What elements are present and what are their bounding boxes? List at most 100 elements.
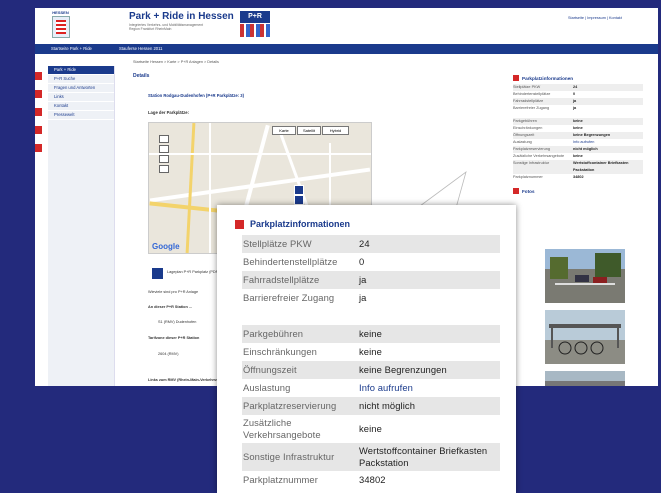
marker [35,144,42,152]
info-key: Parkplatznummer [243,474,318,485]
info-key: Auslastung [513,140,532,144]
info-key: Parkplatzreservierung [243,400,337,411]
pr-badge: P+R [240,11,270,23]
table-row: Parkplatznummer 34802 [513,174,643,181]
info-value: ja [359,292,367,303]
table-row: Auslastung Info aufrufen [513,139,643,146]
info-value: keine [359,328,382,339]
bike-shelter-photo[interactable] [545,310,625,364]
info-value: 0 [359,256,365,267]
table-row: Öffnungszeit keine Begrenzungen [513,132,643,139]
info-value: keine Begrenzungen [359,364,447,375]
marker [35,90,42,98]
auslastung-link[interactable]: Info aufrufen [573,139,643,146]
pdf-icon[interactable] [152,268,163,279]
table-row: Fahrradstellplätze ja [242,271,500,289]
info-key: Parkplatznummer [513,175,543,179]
info-key: Öffnungszeit [513,133,535,137]
top-links[interactable]: Startseite | Impressum | Kontakt [568,16,622,20]
map-karte-button[interactable]: Karte [272,126,296,135]
info-value: nicht möglich [359,400,416,411]
sidebar: Park + Ride P+R Suche Fragen und Antwort… [48,66,115,386]
sidebar-item-links[interactable]: Links [48,93,114,102]
hessen-logo[interactable]: HESSEN [49,10,72,41]
table-row: Behindertenstellplätze 0 [242,253,500,271]
text-line: Tarifzone dieser P+R Station [148,336,200,340]
info-value: keine [359,423,382,434]
info-value: 24 [573,85,578,89]
site-subtitle: Integriertes Verkehrs- und Mobilitätsman… [129,23,204,31]
red-square-icon [235,219,244,229]
info-key: Fahrradstellplätze [513,99,544,103]
google-logo: Google [152,242,180,251]
table-row: Parkgebühren keine [242,325,500,343]
table-row: Stellplätze PKW 24 [242,235,500,253]
info-value: keine Begrenzungen [573,133,611,137]
table-row: Einschränkungen keine [513,125,643,132]
station-title: Station Rodgau-Dudenhofen (P+R Parkplätz… [148,93,244,98]
text-line: An dieser P+R Station ... [148,305,192,309]
text-line: 2604 (RMV) [158,352,179,356]
info-key: Auslastung [243,382,291,393]
info-value: ja [573,99,577,103]
info-key: Stellplätze PKW [513,85,541,89]
info-value: keine [573,154,583,158]
table-row: Zusätzliche Verkehrsangebote keine [242,415,500,443]
info-key: Einschränkungen [243,346,317,357]
marker [35,126,42,134]
sidebar-item-presse[interactable]: Pressewelt [48,111,114,120]
sidebar-item-faq[interactable]: Fragen und Antworten [48,84,114,93]
main-navbar: Startseite Park + Ride Stauferse Hessen … [35,44,658,54]
info-key: Sonstige Infrastruktur [243,451,335,462]
info-value: nicht möglich [573,147,598,151]
table-row: Öffnungszeit keine Begrenzungen [242,361,500,379]
map-pin-icon[interactable] [294,185,304,195]
map-pin-icon[interactable] [294,195,304,205]
table-row: Sonstige Infrastruktur Wertstoffcontainer… [242,443,500,471]
info-value: 34802 [573,175,584,179]
info-value: 24 [359,238,370,249]
parking-photo[interactable] [545,249,625,303]
left-markers [35,72,42,162]
table-row: Parkplatzreservierung nicht möglich [513,146,643,153]
sidebar-item-suche[interactable]: P+R Suche [48,75,114,84]
hessen-crest-icon [52,16,70,38]
table-row: Barrierefreier Zugang ja [242,289,500,307]
table-row: Stellplätze PKW 24 [513,84,643,91]
nav-item-park-ride[interactable]: Startseite Park + Ride [51,46,92,51]
info-key: Einschränkungen [513,126,543,130]
info-key: Parkgebühren [243,328,304,339]
right-info-panel: Parkplatzinformationen Stellplätze PKW 24… [513,74,643,197]
info-value: ja [573,106,577,110]
info-key: Behindertenstellplätze [243,256,338,267]
table-row: Barrierefreier Zugang ja [513,105,643,112]
text-line: S1 (RMV) Dudenhofen [158,320,197,324]
marker [35,108,42,116]
site-title: Park + Ride in Hessen [129,11,234,22]
breadcrumb[interactable]: Startseite Hessen > Karte > P+R Anlagen … [133,60,219,64]
table-row: Auslastung Info aufrufen [242,379,500,397]
info-key: Zusätzliche Verkehrsangebote [243,417,321,440]
table-row: Behindertenstellplätze 0 [513,91,643,98]
station-photo[interactable] [545,371,625,386]
page-title: Details [133,73,150,79]
text-line: Wieviele sind pro P+R Anlage [148,290,199,294]
table-row: Parkgebühren keine [513,118,643,125]
map-hybrid-button[interactable]: Hybrid [322,126,349,135]
info-value: ja [359,274,367,285]
photos-title: Fotos [513,187,643,197]
info-key: Barrierefreier Zugang [513,106,550,110]
site-header: HESSEN Park + Ride in Hessen Integrierte… [35,8,658,43]
pdf-link[interactable]: Lageplan P+R Parkplatz (PDF) [167,270,219,274]
info-value: keine [359,346,382,357]
info-value: 34802 [359,474,386,485]
nav-item-stauferse[interactable]: Stauferse Hessen 2011 [119,46,162,51]
map-zoom-controls[interactable] [159,135,169,175]
table-row: Einschränkungen keine [242,343,500,361]
sidebar-item-kontakt[interactable]: Kontakt [48,102,114,111]
table-row: Sonstige Infrastruktur Wertstoffcontainer… [513,160,643,174]
sidebar-item-park-ride[interactable]: Park + Ride [48,66,114,75]
info-key: Stellplätze PKW [243,238,312,249]
info-aufrufen-link[interactable]: Info aufrufen [359,379,500,397]
map-satellit-button[interactable]: Satellit [297,126,321,135]
